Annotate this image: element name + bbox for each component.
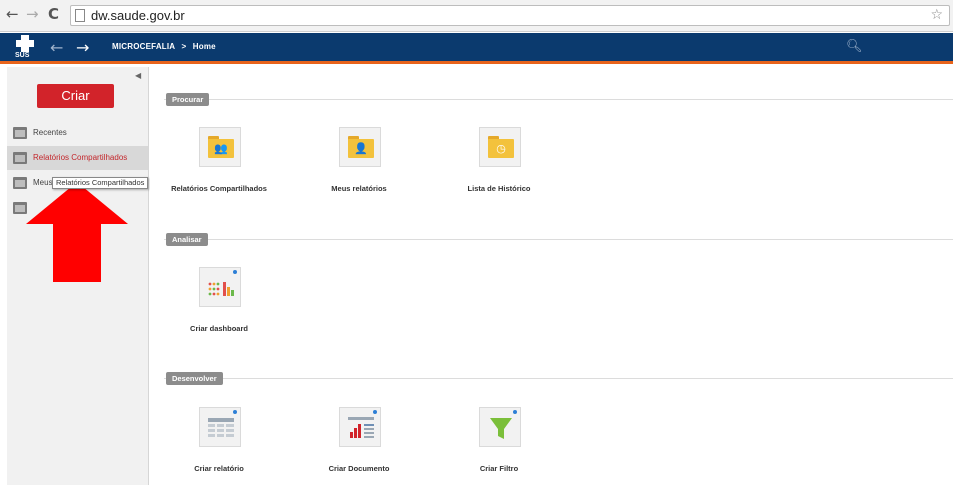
logo-text: SUS: [15, 52, 30, 59]
red-arrow-annotation: [26, 182, 128, 282]
create-button[interactable]: Criar: [37, 84, 114, 108]
bookmark-star-icon[interactable]: ☆: [930, 7, 943, 23]
tile-relatorios-compartilhados[interactable]: 👥 Relatórios Compartilhados: [159, 127, 279, 207]
forward-arrow-icon[interactable]: →: [76, 38, 89, 57]
history-folder-icon: ◷: [479, 127, 521, 167]
tile-criar-filtro[interactable]: Criar Filtro: [439, 407, 559, 485]
page-icon: [75, 9, 85, 22]
section-label-procurar: Procurar: [166, 93, 210, 106]
dashboard-glyph-icon: [208, 282, 234, 296]
browser-toolbar: ← → C dw.saude.gov.br ☆: [0, 0, 953, 32]
folder-shared-icon: [13, 152, 27, 164]
tile-label: Relatórios Compartilhados: [171, 184, 267, 193]
tooltip: Relatórios Compartilhados: [52, 177, 149, 189]
dashboard-icon: [199, 267, 241, 307]
shared-folder-icon: 👥: [199, 127, 241, 167]
group-glyph-icon: 👥: [214, 142, 228, 155]
new-badge-icon: [513, 410, 517, 414]
browser-reload-icon[interactable]: C: [48, 5, 59, 23]
browser-back-icon[interactable]: ←: [6, 5, 19, 23]
search-icon[interactable]: 🔍︎: [846, 39, 863, 54]
address-bar[interactable]: dw.saude.gov.br ☆: [70, 5, 950, 26]
clock-glyph-icon: ◷: [496, 142, 506, 155]
sidebar-item-label: Recentes: [33, 128, 67, 137]
report-icon: [199, 407, 241, 447]
logo-cross-horizontal: [16, 40, 34, 47]
sidebar-item-label: Relatórios Compartilhados: [33, 153, 128, 162]
tile-criar-relatorio[interactable]: Criar relatório: [159, 407, 279, 485]
breadcrumb-separator: >: [181, 42, 187, 51]
section-label-desenvolver: Desenvolver: [166, 372, 223, 385]
breadcrumb-item-home: Home: [192, 42, 216, 51]
main-content: Procurar 👥 Relatórios Compartilhados 👤 M…: [150, 67, 953, 485]
browser-forward-icon[interactable]: →: [26, 5, 39, 23]
tile-meus-relatorios[interactable]: 👤 Meus relatórios: [299, 127, 419, 207]
filter-icon: [479, 407, 521, 447]
tile-label: Meus relatórios: [331, 184, 387, 193]
tile-label: Lista de Histórico: [467, 184, 531, 193]
url-text[interactable]: dw.saude.gov.br: [91, 8, 185, 23]
new-badge-icon: [233, 270, 237, 274]
tile-label: Criar Filtro: [479, 464, 519, 473]
document-icon: [339, 407, 381, 447]
sus-logo[interactable]: SUS: [14, 35, 36, 61]
section-divider: [164, 378, 953, 379]
tile-label: Criar dashboard: [190, 324, 248, 333]
new-badge-icon: [233, 410, 237, 414]
funnel-icon: [490, 418, 512, 439]
user-glyph-icon: 👤: [354, 142, 368, 155]
section-label-analisar: Analisar: [166, 233, 208, 246]
tile-lista-de-historico[interactable]: ◷ Lista de Histórico: [439, 127, 559, 207]
sidebar-item-relatorios-compartilhados[interactable]: Relatórios Compartilhados: [7, 146, 148, 170]
section-divider: [164, 239, 953, 240]
report-grid-icon: [208, 418, 234, 437]
new-badge-icon: [373, 410, 377, 414]
breadcrumb: MICROCEFALIA > Home: [112, 42, 216, 51]
tile-criar-dashboard[interactable]: Criar dashboard: [159, 267, 279, 347]
screen: ← → C dw.saude.gov.br ☆ SUS ← → MICROCEF…: [0, 0, 953, 485]
tile-label: Criar Documento: [328, 464, 390, 473]
breadcrumb-item-microcefalia[interactable]: MICROCEFALIA: [112, 42, 175, 51]
collapse-sidebar-icon[interactable]: ◀: [135, 71, 141, 80]
app-header: SUS ← → MICROCEFALIA > Home 🔍︎: [0, 33, 953, 64]
document-chart-icon: [348, 417, 374, 438]
tile-label: Criar relatório: [194, 464, 244, 473]
folder-recent-icon: [13, 127, 27, 139]
tile-criar-documento[interactable]: Criar Documento: [299, 407, 419, 485]
section-divider: [164, 99, 953, 100]
sidebar-item-recentes[interactable]: Recentes: [7, 121, 148, 145]
back-arrow-icon[interactable]: ←: [50, 38, 63, 57]
user-folder-icon: 👤: [339, 127, 381, 167]
